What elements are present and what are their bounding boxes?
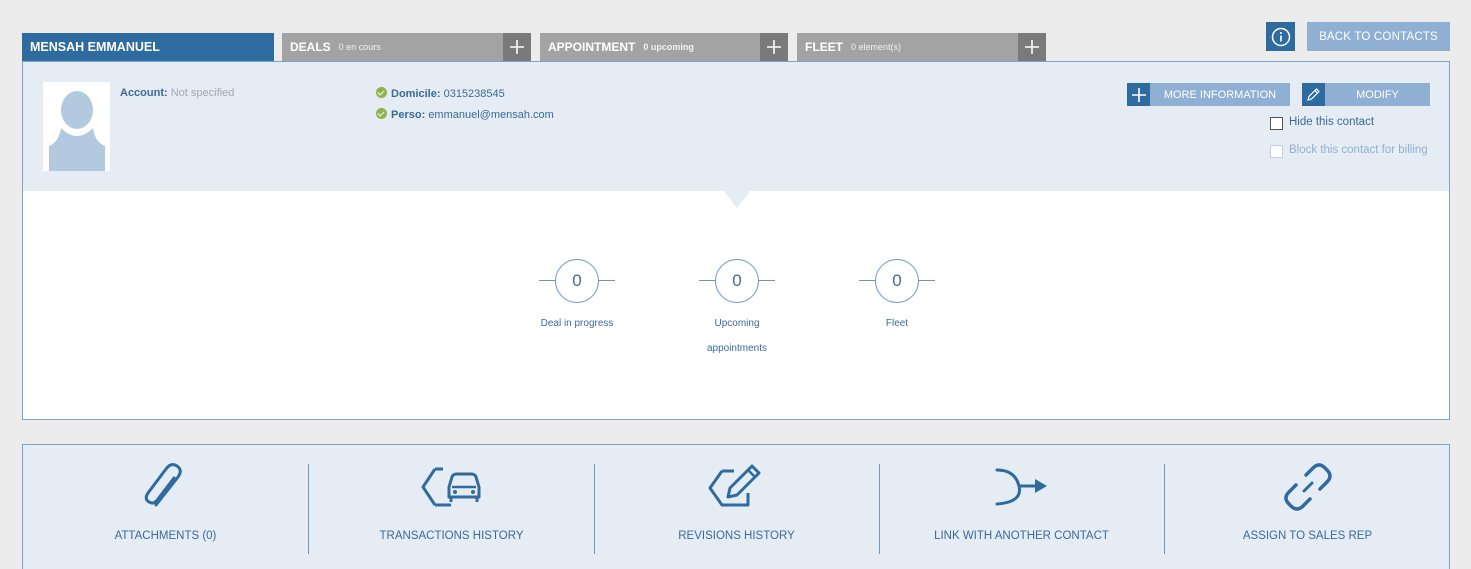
tab-deals-count: 0 en cours [338, 42, 381, 52]
tab-deals-label: DEALS [290, 40, 331, 54]
domicile-field: Domicile: 0315238545 [376, 87, 505, 100]
attachments-button[interactable]: ATTACHMENTS (0) [23, 445, 308, 569]
contact-name: MENSAH EMMANUEL [30, 40, 160, 54]
perso-value[interactable]: emmanuel@mensah.com [428, 109, 554, 121]
plus-icon [767, 40, 781, 54]
info-button[interactable] [1266, 22, 1295, 51]
stat-deals: 0 Deal in progress [517, 259, 637, 336]
link-contact-button[interactable]: LINK WITH ANOTHER CONTACT [879, 445, 1164, 569]
check-circle-icon [376, 87, 387, 98]
paperclip-icon [138, 461, 194, 513]
more-information-label: MORE INFORMATION [1163, 88, 1277, 101]
tab-fleet[interactable]: FLEET 0 element(s) [797, 33, 1046, 61]
pencil-tag-icon [708, 461, 766, 513]
stat-fleet: 0 Fleet [837, 259, 957, 336]
contact-header: Account: Not specified Domicile: 0315238… [23, 62, 1449, 191]
transactions-history-label: TRANSACTIONS HISTORY [379, 530, 524, 542]
stat-deals-value: 0 [555, 259, 599, 303]
user-silhouette-icon [49, 91, 105, 171]
modify-label: MODIFY [1356, 88, 1399, 101]
tools-panel: ATTACHMENTS (0) TRANSACTIONS HISTORY REV… [22, 444, 1450, 569]
stat-fleet-value: 0 [875, 259, 919, 303]
add-deal-button[interactable] [503, 33, 531, 61]
perso-field: Perso: emmanuel@mensah.com [376, 108, 554, 121]
block-billing-checkbox: Block this contact for billing [1270, 144, 1430, 158]
stat-appointments: 0 Upcoming appointments [677, 259, 797, 361]
more-information-button[interactable]: MORE INFORMATION [1127, 83, 1290, 106]
info-circle-icon [1271, 27, 1290, 46]
tab-fleet-count: 0 element(s) [851, 42, 902, 52]
modify-button[interactable]: MODIFY [1302, 83, 1430, 106]
revisions-history-button[interactable]: REVISIONS HISTORY [594, 445, 879, 569]
block-billing-label: Block this contact for billing [1289, 144, 1428, 156]
chain-link-icon [1282, 461, 1334, 513]
car-tag-icon [421, 461, 483, 513]
attachments-label: ATTACHMENTS (0) [114, 530, 217, 542]
stat-fleet-label: Fleet [885, 318, 909, 329]
hide-contact-label: Hide this contact [1289, 116, 1375, 128]
tab-contact-name[interactable]: MENSAH EMMANUEL [22, 33, 274, 61]
link-contact-label: LINK WITH ANOTHER CONTACT [934, 530, 1109, 542]
perso-label: Perso: [391, 109, 426, 121]
hide-contact-checkbox[interactable]: Hide this contact [1270, 116, 1374, 130]
back-to-contacts-button[interactable]: BACK TO CONTACTS [1307, 22, 1450, 51]
checkbox-box [1270, 145, 1283, 158]
tab-appointment-label: APPOINTMENT [548, 40, 636, 54]
contact-card: Account: Not specified Domicile: 0315238… [22, 61, 1450, 420]
pencil-icon [1302, 83, 1325, 106]
avatar [43, 82, 110, 171]
account-value: Not specified [170, 87, 235, 99]
plus-icon [1127, 83, 1150, 106]
tab-deals[interactable]: DEALS 0 en cours [282, 33, 531, 61]
checkbox-box[interactable] [1270, 117, 1283, 130]
tab-appointment[interactable]: APPOINTMENT 0 upcoming [540, 33, 788, 61]
add-appointment-button[interactable] [760, 33, 788, 61]
domicile-label: Domicile: [391, 88, 441, 100]
stat-appointments-label: Upcoming appointments [706, 318, 768, 354]
section-caret [723, 190, 751, 208]
domicile-value[interactable]: 0315238545 [444, 88, 505, 100]
merge-arrow-icon [993, 461, 1051, 513]
stat-appointments-value: 0 [715, 259, 759, 303]
check-circle-icon [376, 108, 387, 119]
assign-sales-rep-button[interactable]: ASSIGN TO SALES REP [1165, 445, 1450, 569]
stat-deals-label: Deal in progress [540, 318, 614, 329]
revisions-history-label: REVISIONS HISTORY [678, 530, 795, 542]
assign-sales-rep-label: ASSIGN TO SALES REP [1242, 530, 1373, 542]
transactions-history-button[interactable]: TRANSACTIONS HISTORY [309, 445, 594, 569]
tab-fleet-label: FLEET [805, 40, 843, 54]
account-label: Account: [120, 87, 168, 99]
add-fleet-button[interactable] [1018, 33, 1046, 61]
account-field: Account: Not specified [120, 87, 234, 99]
plus-icon [1025, 40, 1039, 54]
plus-icon [510, 40, 524, 54]
tab-appointment-count: 0 upcoming [643, 42, 694, 52]
